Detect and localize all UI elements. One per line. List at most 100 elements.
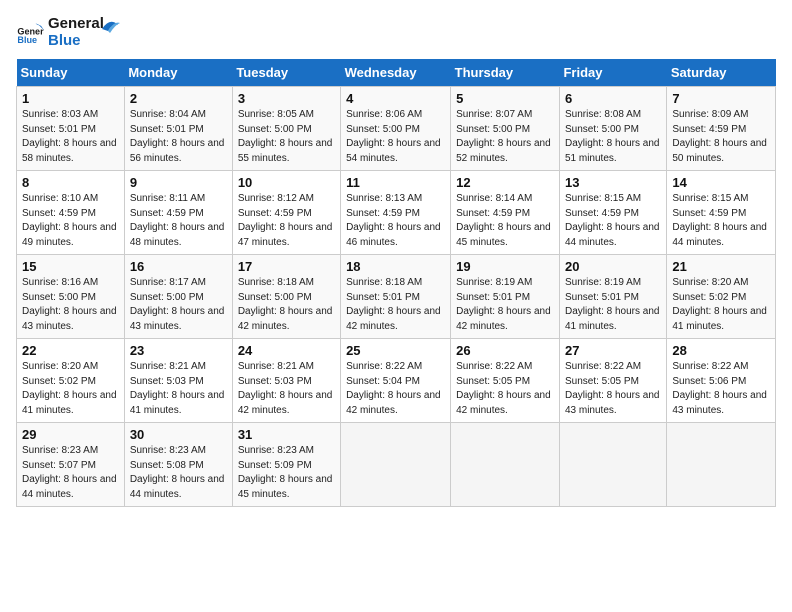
day-cell-1: 1 Sunrise: 8:03 AMSunset: 5:01 PMDayligh… (17, 87, 125, 171)
day-detail: Sunrise: 8:19 AMSunset: 5:01 PMDaylight:… (565, 277, 660, 332)
day-cell-15: 15 Sunrise: 8:16 AMSunset: 5:00 PMDaylig… (17, 255, 125, 339)
day-detail: Sunrise: 8:23 AMSunset: 5:07 PMDaylight:… (22, 445, 117, 500)
day-detail: Sunrise: 8:11 AMSunset: 4:59 PMDaylight:… (130, 193, 225, 248)
day-number: 17 (238, 259, 335, 274)
day-detail: Sunrise: 8:23 AMSunset: 5:09 PMDaylight:… (238, 445, 333, 500)
day-cell-18: 18 Sunrise: 8:18 AMSunset: 5:01 PMDaylig… (341, 255, 451, 339)
empty-cell (667, 423, 776, 507)
day-number: 15 (22, 259, 119, 274)
col-header-tuesday: Tuesday (232, 59, 340, 87)
day-cell-10: 10 Sunrise: 8:12 AMSunset: 4:59 PMDaylig… (232, 171, 340, 255)
col-header-monday: Monday (124, 59, 232, 87)
day-cell-14: 14 Sunrise: 8:15 AMSunset: 4:59 PMDaylig… (667, 171, 776, 255)
logo: General Blue General Blue (16, 16, 120, 49)
day-detail: Sunrise: 8:06 AMSunset: 5:00 PMDaylight:… (346, 109, 441, 164)
day-cell-5: 5 Sunrise: 8:07 AMSunset: 5:00 PMDayligh… (451, 87, 560, 171)
day-detail: Sunrise: 8:19 AMSunset: 5:01 PMDaylight:… (456, 277, 551, 332)
day-cell-3: 3 Sunrise: 8:05 AMSunset: 5:00 PMDayligh… (232, 87, 340, 171)
day-number: 7 (672, 91, 770, 106)
day-number: 22 (22, 343, 119, 358)
day-cell-12: 12 Sunrise: 8:14 AMSunset: 4:59 PMDaylig… (451, 171, 560, 255)
day-cell-6: 6 Sunrise: 8:08 AMSunset: 5:00 PMDayligh… (559, 87, 666, 171)
col-header-thursday: Thursday (451, 59, 560, 87)
day-detail: Sunrise: 8:14 AMSunset: 4:59 PMDaylight:… (456, 193, 551, 248)
day-number: 1 (22, 91, 119, 106)
col-header-sunday: Sunday (17, 59, 125, 87)
day-detail: Sunrise: 8:09 AMSunset: 4:59 PMDaylight:… (672, 109, 767, 164)
calendar-week-3: 15 Sunrise: 8:16 AMSunset: 5:00 PMDaylig… (17, 255, 776, 339)
col-header-wednesday: Wednesday (341, 59, 451, 87)
day-number: 28 (672, 343, 770, 358)
day-detail: Sunrise: 8:20 AMSunset: 5:02 PMDaylight:… (672, 277, 767, 332)
day-number: 24 (238, 343, 335, 358)
calendar-week-5: 29 Sunrise: 8:23 AMSunset: 5:07 PMDaylig… (17, 423, 776, 507)
day-number: 19 (456, 259, 554, 274)
day-cell-13: 13 Sunrise: 8:15 AMSunset: 4:59 PMDaylig… (559, 171, 666, 255)
day-cell-20: 20 Sunrise: 8:19 AMSunset: 5:01 PMDaylig… (559, 255, 666, 339)
day-detail: Sunrise: 8:04 AMSunset: 5:01 PMDaylight:… (130, 109, 225, 164)
day-number: 20 (565, 259, 661, 274)
day-detail: Sunrise: 8:18 AMSunset: 5:01 PMDaylight:… (346, 277, 441, 332)
day-detail: Sunrise: 8:23 AMSunset: 5:08 PMDaylight:… (130, 445, 225, 500)
col-header-friday: Friday (559, 59, 666, 87)
day-number: 6 (565, 91, 661, 106)
day-cell-25: 25 Sunrise: 8:22 AMSunset: 5:04 PMDaylig… (341, 339, 451, 423)
day-cell-21: 21 Sunrise: 8:20 AMSunset: 5:02 PMDaylig… (667, 255, 776, 339)
day-detail: Sunrise: 8:15 AMSunset: 4:59 PMDaylight:… (565, 193, 660, 248)
day-number: 16 (130, 259, 227, 274)
day-number: 10 (238, 175, 335, 190)
empty-cell (451, 423, 560, 507)
day-cell-28: 28 Sunrise: 8:22 AMSunset: 5:06 PMDaylig… (667, 339, 776, 423)
day-cell-16: 16 Sunrise: 8:17 AMSunset: 5:00 PMDaylig… (124, 255, 232, 339)
calendar-week-4: 22 Sunrise: 8:20 AMSunset: 5:02 PMDaylig… (17, 339, 776, 423)
svg-text:Blue: Blue (17, 34, 37, 44)
calendar-week-2: 8 Sunrise: 8:10 AMSunset: 4:59 PMDayligh… (17, 171, 776, 255)
day-detail: Sunrise: 8:18 AMSunset: 5:00 PMDaylight:… (238, 277, 333, 332)
day-cell-23: 23 Sunrise: 8:21 AMSunset: 5:03 PMDaylig… (124, 339, 232, 423)
day-number: 8 (22, 175, 119, 190)
day-detail: Sunrise: 8:10 AMSunset: 4:59 PMDaylight:… (22, 193, 117, 248)
day-number: 9 (130, 175, 227, 190)
day-cell-7: 7 Sunrise: 8:09 AMSunset: 4:59 PMDayligh… (667, 87, 776, 171)
day-cell-19: 19 Sunrise: 8:19 AMSunset: 5:01 PMDaylig… (451, 255, 560, 339)
logo-bird-icon (100, 15, 120, 43)
day-number: 13 (565, 175, 661, 190)
empty-cell (559, 423, 666, 507)
day-detail: Sunrise: 8:22 AMSunset: 5:04 PMDaylight:… (346, 361, 441, 416)
day-number: 23 (130, 343, 227, 358)
day-detail: Sunrise: 8:03 AMSunset: 5:01 PMDaylight:… (22, 109, 117, 164)
day-detail: Sunrise: 8:13 AMSunset: 4:59 PMDaylight:… (346, 193, 441, 248)
col-header-saturday: Saturday (667, 59, 776, 87)
day-detail: Sunrise: 8:07 AMSunset: 5:00 PMDaylight:… (456, 109, 551, 164)
day-number: 12 (456, 175, 554, 190)
day-number: 14 (672, 175, 770, 190)
day-detail: Sunrise: 8:22 AMSunset: 5:05 PMDaylight:… (565, 361, 660, 416)
day-number: 3 (238, 91, 335, 106)
logo-icon: General Blue (16, 19, 44, 47)
day-detail: Sunrise: 8:17 AMSunset: 5:00 PMDaylight:… (130, 277, 225, 332)
day-cell-24: 24 Sunrise: 8:21 AMSunset: 5:03 PMDaylig… (232, 339, 340, 423)
day-number: 4 (346, 91, 445, 106)
day-detail: Sunrise: 8:08 AMSunset: 5:00 PMDaylight:… (565, 109, 660, 164)
day-number: 25 (346, 343, 445, 358)
day-detail: Sunrise: 8:15 AMSunset: 4:59 PMDaylight:… (672, 193, 767, 248)
day-number: 27 (565, 343, 661, 358)
day-detail: Sunrise: 8:21 AMSunset: 5:03 PMDaylight:… (130, 361, 225, 416)
day-cell-2: 2 Sunrise: 8:04 AMSunset: 5:01 PMDayligh… (124, 87, 232, 171)
day-cell-11: 11 Sunrise: 8:13 AMSunset: 4:59 PMDaylig… (341, 171, 451, 255)
day-number: 21 (672, 259, 770, 274)
day-cell-22: 22 Sunrise: 8:20 AMSunset: 5:02 PMDaylig… (17, 339, 125, 423)
header: General Blue General Blue (16, 16, 776, 49)
day-cell-30: 30 Sunrise: 8:23 AMSunset: 5:08 PMDaylig… (124, 423, 232, 507)
day-cell-9: 9 Sunrise: 8:11 AMSunset: 4:59 PMDayligh… (124, 171, 232, 255)
logo-text-blue: Blue (48, 33, 104, 50)
day-detail: Sunrise: 8:16 AMSunset: 5:00 PMDaylight:… (22, 277, 117, 332)
day-cell-17: 17 Sunrise: 8:18 AMSunset: 5:00 PMDaylig… (232, 255, 340, 339)
empty-cell (341, 423, 451, 507)
day-number: 18 (346, 259, 445, 274)
day-number: 11 (346, 175, 445, 190)
day-detail: Sunrise: 8:22 AMSunset: 5:06 PMDaylight:… (672, 361, 767, 416)
logo-text-general: General (48, 16, 104, 33)
day-detail: Sunrise: 8:12 AMSunset: 4:59 PMDaylight:… (238, 193, 333, 248)
day-cell-26: 26 Sunrise: 8:22 AMSunset: 5:05 PMDaylig… (451, 339, 560, 423)
